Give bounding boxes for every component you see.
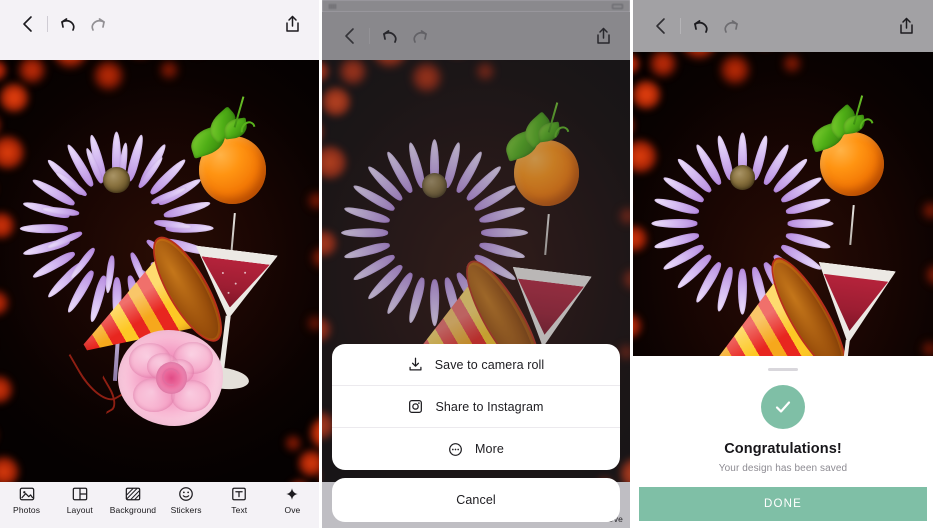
sticker-pink-rose[interactable] [118,330,224,426]
instagram-camera-icon [409,400,423,413]
done-button[interactable]: DONE [639,487,927,521]
artwork [0,60,319,482]
back-button[interactable] [12,9,42,39]
option-save-to-camera-roll[interactable]: Save to camera roll [332,344,620,386]
editor-toolbar: Photos Layout Background Stickers Text O… [0,482,319,528]
tool-stickers[interactable]: Stickers [160,486,213,515]
undo-button[interactable] [53,9,83,39]
tool-label: Layout [66,505,93,515]
cancel-button[interactable]: Cancel [332,478,620,522]
panel-editor: Photos Layout Background Stickers Text O… [0,0,319,528]
success-title: Congratulations! [724,441,842,457]
toolbar-divider [47,16,48,32]
back-button[interactable] [645,11,675,41]
tool-label: Text [231,505,248,515]
panel-saved-confirmation: Congratulations! Your design has been sa… [633,0,933,528]
undo-arrow-icon [694,20,708,33]
daisy-center [730,165,755,191]
sticker-orange-on-stick[interactable] [186,96,280,256]
tool-overlay[interactable]: Ove [266,486,319,515]
option-share-to-instagram[interactable]: Share to Instagram [332,386,620,428]
layout-grid-icon [72,487,88,501]
option-label: More [475,442,504,456]
tool-photos[interactable]: Photos [0,486,53,515]
download-tray-icon [409,357,422,371]
sticker-orange-on-stick[interactable] [808,95,897,245]
more-ellipsis-circle-icon [449,442,462,456]
tool-label: Photos [13,505,41,515]
option-more[interactable]: More [332,428,620,470]
tool-label: Stickers [170,505,202,515]
martini-liquid [196,256,270,311]
undo-arrow-icon [61,18,75,31]
chevron-left-icon [22,16,32,32]
option-label: Share to Instagram [435,399,544,414]
sticker-smiley-icon [179,487,193,501]
redo-arrow-icon [91,18,105,31]
tool-text[interactable]: Text [213,486,266,515]
tool-label: Ove [284,505,301,515]
undo-button[interactable] [686,11,716,41]
chevron-left-icon [655,18,665,34]
tool-background[interactable]: Background [106,486,159,515]
share-upload-icon [285,15,299,32]
background-hatch-icon [125,487,141,501]
sticker-purple-daisy[interactable] [19,128,214,326]
toolbar-divider [680,18,681,34]
panel-share-sheet: Ove Save to camera roll Share to Inst [322,0,630,528]
cancel-label: Cancel [456,493,496,507]
design-canvas[interactable] [0,60,319,482]
share-upload-icon [899,17,913,34]
overlay-sparkle-icon [286,488,299,500]
daisy-center [103,166,130,194]
success-subtitle: Your design has been saved [718,463,848,474]
done-label: DONE [763,498,803,510]
editor-top-bar [0,0,319,48]
share-button[interactable] [277,9,307,39]
text-box-icon [232,487,247,501]
editor-top-bar [633,0,933,52]
check-circle-icon [761,385,805,429]
check-mark-icon [775,401,791,413]
redo-arrow-icon [724,20,738,33]
tool-label: Background [109,505,157,515]
option-label: Save to camera roll [434,357,545,372]
flora-texture-right [287,169,319,390]
redo-button[interactable] [83,9,113,39]
drag-handle[interactable] [768,368,798,371]
photos-icon [19,487,34,501]
sticker-purple-daisy[interactable] [651,128,834,315]
tool-layout[interactable]: Layout [53,486,106,515]
share-action-sheet: Save to camera roll Share to Instagram M… [332,344,620,470]
three-panel-screenshot: Photos Layout Background Stickers Text O… [0,0,936,528]
redo-button[interactable] [716,11,746,41]
success-sheet: Congratulations! Your design has been sa… [633,356,933,528]
share-button[interactable] [891,11,921,41]
